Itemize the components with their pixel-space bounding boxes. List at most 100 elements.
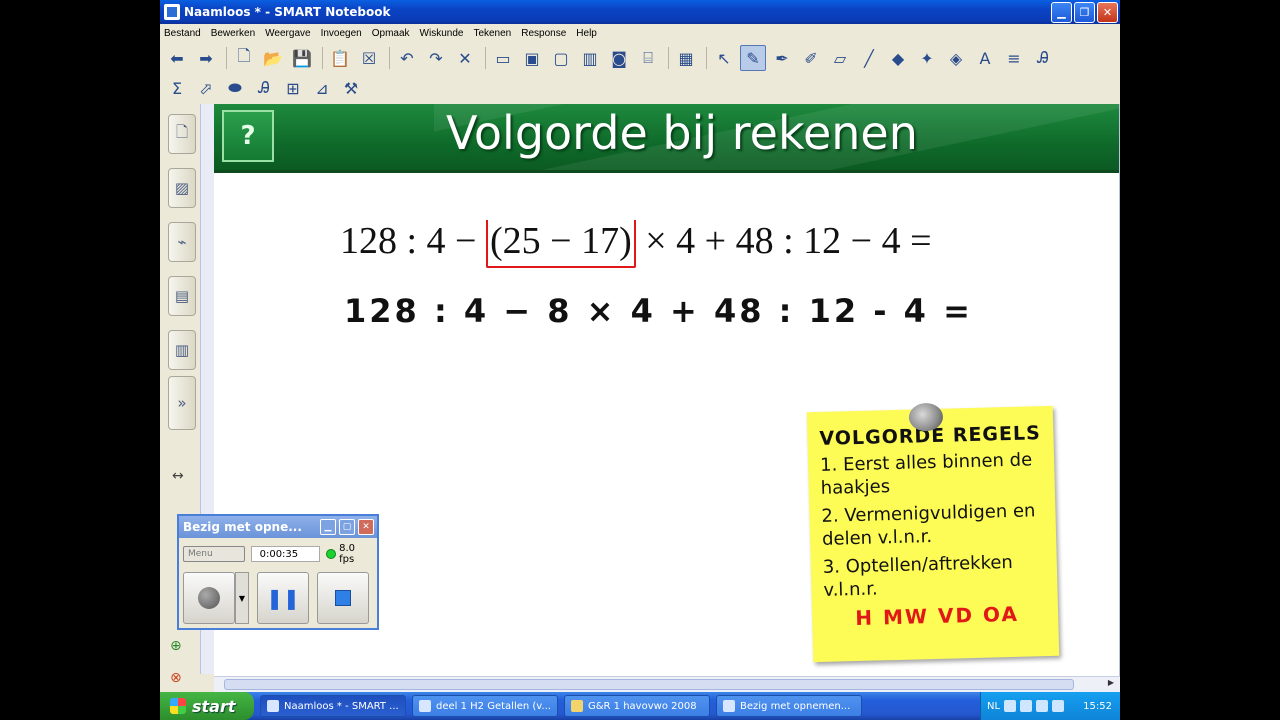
recorder-minimize-button[interactable]: ▁ <box>320 519 336 535</box>
full-screen-icon[interactable]: ▣ <box>519 45 545 71</box>
forward-icon[interactable]: ➡ <box>193 45 219 71</box>
taskbar-item-folder[interactable]: G&R 1 havovwo 2008 <box>564 695 710 717</box>
windows-flag-icon <box>170 698 186 714</box>
puzzle-icon: ▥ <box>174 341 190 359</box>
tray-volume-icon[interactable] <box>1020 700 1033 712</box>
redo-icon[interactable]: ↷ <box>423 45 449 71</box>
fill-icon[interactable]: ◈ <box>943 45 969 71</box>
recorder-close-button[interactable]: ✕ <box>358 519 374 535</box>
tray-security-icon[interactable] <box>1036 700 1049 712</box>
pen-icon[interactable]: ✎ <box>740 45 766 71</box>
undo-icon[interactable]: ↶ <box>394 45 420 71</box>
scrollbar-thumb[interactable] <box>224 679 1074 690</box>
notebook-icon <box>267 700 279 712</box>
menu-weergave[interactable]: Weergave <box>265 28 310 39</box>
transparent-bg-icon[interactable]: ▢ <box>548 45 574 71</box>
highlighted-parentheses: (25 − 17) <box>486 220 636 268</box>
open-icon[interactable]: 📂 <box>260 45 286 71</box>
question-mark-icon[interactable]: ? <box>222 110 274 162</box>
language-indicator[interactable]: NL <box>987 701 1000 712</box>
screen-shade-icon[interactable]: ▭ <box>490 45 516 71</box>
picture-icon: ▨ <box>174 179 190 197</box>
menu-help[interactable]: Help <box>576 28 597 39</box>
shapes-icon[interactable]: ◆ <box>885 45 911 71</box>
toolbar-separator <box>485 47 486 69</box>
document-camera-icon[interactable]: ⌸ <box>635 45 661 71</box>
menu-bestand[interactable]: Bestand <box>164 28 201 39</box>
text-icon[interactable]: A <box>972 45 998 71</box>
new-page-icon[interactable]: 🗋 <box>231 45 257 71</box>
properties-icon: ▤ <box>174 287 190 305</box>
creative-pen-icon[interactable]: ✒ <box>769 45 795 71</box>
taskbar-item-recorder[interactable]: Bezig met opnemen... <box>716 695 862 717</box>
camera-icon[interactable]: ◙ <box>606 45 632 71</box>
recorder-status-row: Menu 0:00:35 8.0 fps <box>179 538 377 570</box>
horizontal-scrollbar[interactable]: ▶ <box>214 676 1120 692</box>
page-sorter-tab[interactable]: 🗋 <box>168 114 196 154</box>
taskbar-item-smart-notebook[interactable]: Naamloos * - SMART ... <box>260 695 406 717</box>
maximize-button[interactable]: ❐ <box>1074 1 1095 23</box>
start-button[interactable]: start <box>160 692 254 720</box>
typed-equation[interactable]: 128 : 4 − (25 − 17) × 4 + 48 : 12 − 4 = <box>340 219 932 268</box>
recognition-icon[interactable]: Ꭿ <box>251 75 277 101</box>
note-rule-1: 1. Eerst alles binnen de haakjes <box>819 449 1033 499</box>
record-button[interactable] <box>183 572 235 624</box>
task-label: deel 1 H2 Getallen (v... <box>436 700 551 712</box>
magic-pen-icon[interactable]: ✦ <box>914 45 940 71</box>
paperclip-icon: ⌁ <box>177 233 187 251</box>
properties-icon[interactable]: ≡ <box>1001 45 1027 71</box>
menu-response[interactable]: Response <box>521 28 566 39</box>
system-tray: NL 15:52 <box>980 692 1120 720</box>
sigma-icon[interactable]: Σ <box>164 75 190 101</box>
equation-part-after: × 4 + 48 : 12 − 4 = <box>635 220 932 262</box>
recorder-menu-dropdown[interactable]: Menu <box>183 546 245 562</box>
handwritten-equation[interactable]: 128 : 4 − 8 × 4 + 48 : 12 - 4 = <box>344 292 973 330</box>
app-icon <box>164 4 180 20</box>
menu-wiskunde[interactable]: Wiskunde <box>420 28 464 39</box>
select-icon[interactable]: ↖ <box>711 45 737 71</box>
gallery-tab[interactable]: ▨ <box>168 168 196 208</box>
attachments-tab[interactable]: ⌁ <box>168 222 196 262</box>
stop-button[interactable] <box>317 572 369 624</box>
eraser-icon[interactable]: ▱ <box>827 45 853 71</box>
tray-bluetooth-icon[interactable] <box>1052 700 1065 712</box>
title-banner: ? Volgorde bij rekenen <box>214 104 1119 170</box>
record-options-dropdown[interactable]: ▼ <box>235 572 249 624</box>
sticky-note[interactable]: VOLGORDE REGELS 1. Eerst alles binnen de… <box>806 402 1060 663</box>
taskbar-item-word-doc[interactable]: deel 1 H2 Getallen (v... <box>412 695 558 717</box>
delete-page-icon[interactable]: ⊗ <box>170 670 182 686</box>
table-icon[interactable]: ▦ <box>673 45 699 71</box>
dual-page-icon[interactable]: ▥ <box>577 45 603 71</box>
highlighter-icon[interactable]: ✐ <box>798 45 824 71</box>
menu-tekenen[interactable]: Tekenen <box>473 28 511 39</box>
minimize-button[interactable]: ▁ <box>1051 1 1072 23</box>
handwriting-icon[interactable]: Ꭿ <box>1030 45 1056 71</box>
menu-invoegen[interactable]: Invoegen <box>321 28 362 39</box>
line-icon[interactable]: ╱ <box>856 45 882 71</box>
menu-opmaak[interactable]: Opmaak <box>372 28 410 39</box>
slide-title[interactable]: Volgorde bij rekenen <box>446 106 918 160</box>
toolbox-icon[interactable]: ⚒ <box>338 75 364 101</box>
close-button[interactable]: ✕ <box>1097 1 1118 23</box>
resize-arrows-icon[interactable]: ↔ <box>172 468 184 484</box>
chart-icon[interactable]: ⊿ <box>309 75 335 101</box>
menu-bewerken[interactable]: Bewerken <box>211 28 255 39</box>
shape-recognition-icon[interactable]: ⬀ <box>193 75 219 101</box>
recorder-title-bar[interactable]: Bezig met opne... ▁ ▢ ✕ <box>179 516 377 538</box>
expand-sidebar-tab[interactable]: » <box>168 376 196 430</box>
delete-icon[interactable]: ✕ <box>452 45 478 71</box>
recorder-maximize-button[interactable]: ▢ <box>339 519 355 535</box>
addons-tab[interactable]: ▥ <box>168 330 196 370</box>
paste-icon[interactable]: 📋 <box>327 45 353 71</box>
title-bar[interactable]: Naamloos * - SMART Notebook ▁ ❐ ✕ <box>160 0 1120 24</box>
save-icon[interactable]: 💾 <box>289 45 315 71</box>
delete-page-icon[interactable]: ☒ <box>356 45 382 71</box>
scroll-right-arrow-icon[interactable]: ▶ <box>1104 678 1118 691</box>
text-format-icon[interactable]: ⊞ <box>280 75 306 101</box>
pause-button[interactable]: ❚❚ <box>257 572 309 624</box>
tray-network-icon[interactable] <box>1004 700 1017 712</box>
properties-tab[interactable]: ▤ <box>168 276 196 316</box>
magic-eraser-icon[interactable]: ⬬ <box>222 75 248 101</box>
back-icon[interactable]: ⬅ <box>164 45 190 71</box>
add-page-icon[interactable]: ⊕ <box>170 638 182 654</box>
